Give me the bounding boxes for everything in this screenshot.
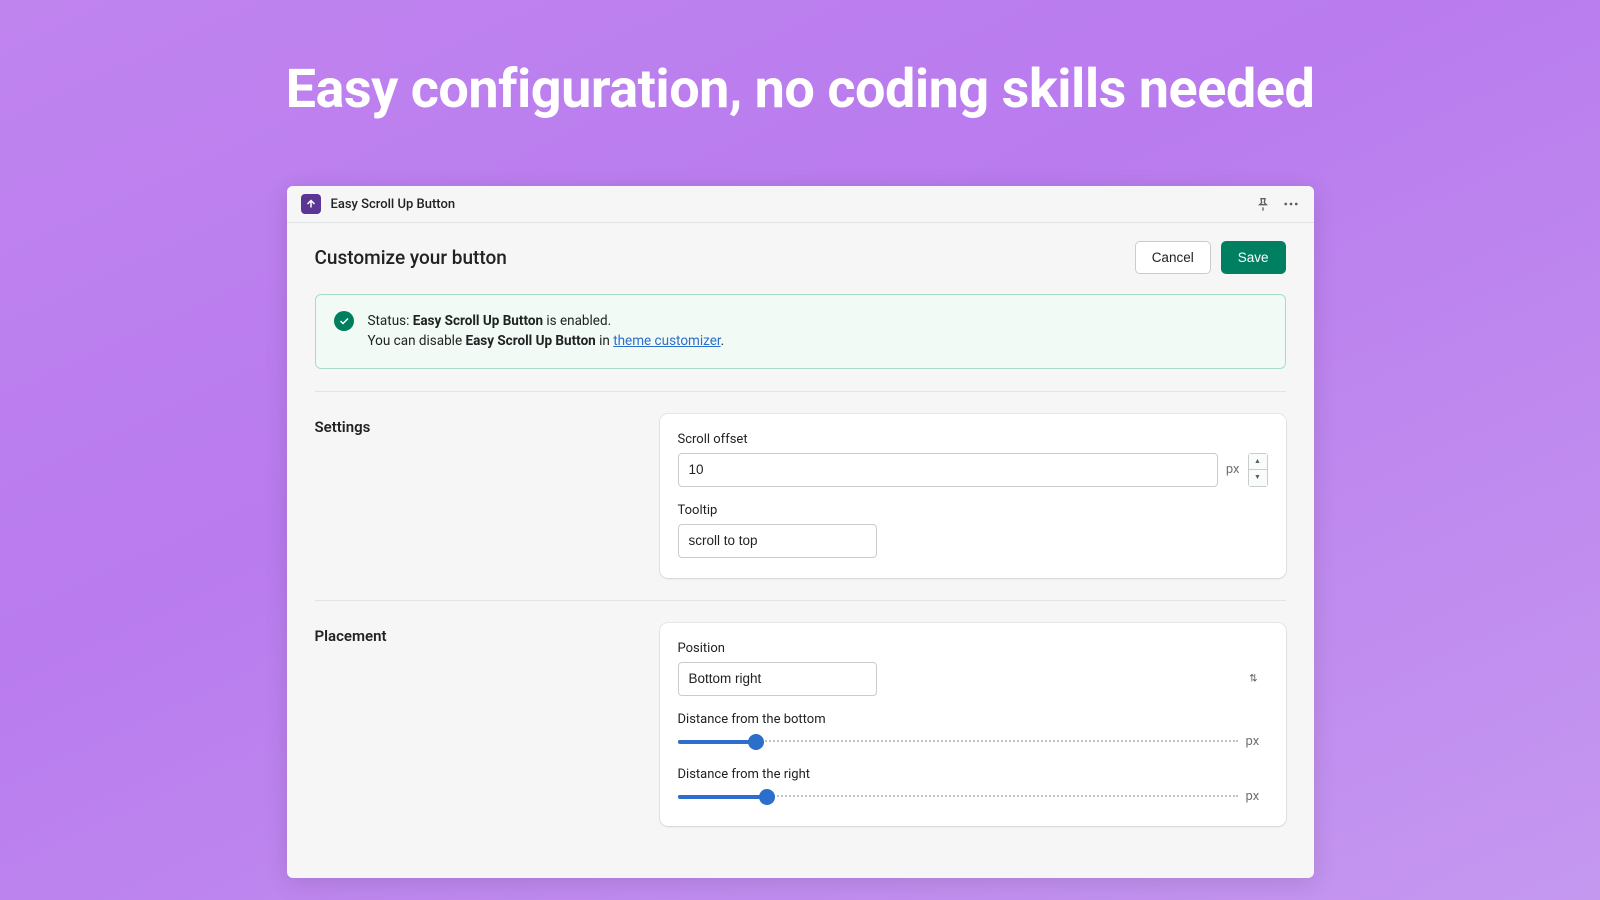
distance-right-unit: px: [1246, 789, 1268, 804]
position-select[interactable]: [678, 662, 877, 696]
settings-heading: Settings: [315, 414, 660, 578]
page-header: Customize your button Cancel Save: [315, 241, 1286, 274]
scroll-offset-unit: px: [1218, 453, 1248, 487]
cancel-button[interactable]: Cancel: [1135, 241, 1211, 274]
check-circle-icon: [334, 311, 354, 331]
distance-right-label: Distance from the right: [678, 767, 1268, 782]
scroll-offset-label: Scroll offset: [678, 432, 1268, 447]
tooltip-label: Tooltip: [678, 503, 1268, 518]
more-icon[interactable]: [1282, 195, 1300, 213]
status-banner: Status: Easy Scroll Up Button is enabled…: [315, 294, 1286, 369]
save-button[interactable]: Save: [1221, 241, 1286, 274]
hero-title: Easy configuration, no coding skills nee…: [0, 0, 1600, 121]
position-label: Position: [678, 641, 1268, 656]
stepper-down-icon[interactable]: ▼: [1249, 470, 1267, 486]
scroll-offset-input[interactable]: [678, 453, 1218, 487]
theme-customizer-link[interactable]: theme customizer: [613, 333, 720, 349]
app-topbar: Easy Scroll Up Button: [287, 186, 1314, 223]
distance-bottom-label: Distance from the bottom: [678, 712, 1268, 727]
distance-bottom-slider[interactable]: [678, 733, 1238, 751]
app-name: Easy Scroll Up Button: [331, 197, 456, 212]
section-placement: Placement Position ⇅ Distance from the b…: [315, 600, 1286, 826]
scroll-offset-stepper[interactable]: ▲ ▼: [1248, 453, 1268, 487]
status-text: Status: Easy Scroll Up Button is enabled…: [368, 311, 725, 352]
app-logo-icon: [301, 194, 321, 214]
page-title: Customize your button: [315, 246, 507, 269]
tooltip-input[interactable]: [678, 524, 877, 558]
stepper-up-icon[interactable]: ▲: [1249, 454, 1267, 471]
distance-bottom-unit: px: [1246, 734, 1268, 749]
section-settings: Settings Scroll offset px ▲ ▼ Tooltip: [315, 391, 1286, 578]
distance-right-slider[interactable]: [678, 788, 1238, 806]
slider-thumb[interactable]: [748, 734, 764, 750]
select-caret-icon: ⇅: [1249, 673, 1257, 684]
slider-thumb[interactable]: [759, 789, 775, 805]
placement-heading: Placement: [315, 623, 660, 826]
app-window: Easy Scroll Up Button Customize your but…: [287, 186, 1314, 878]
pin-icon[interactable]: [1254, 195, 1272, 213]
